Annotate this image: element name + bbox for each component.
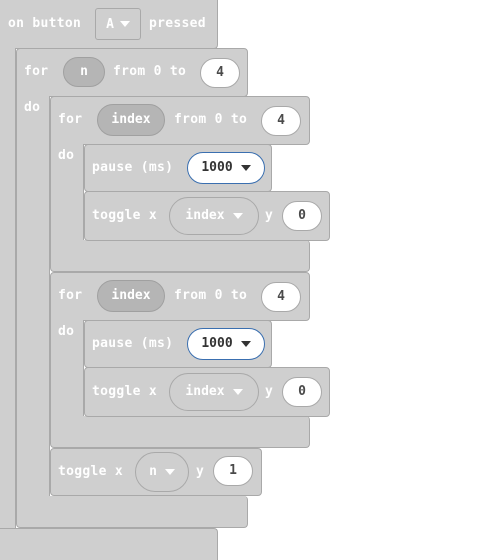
loop-variable-n[interactable]: n [63,57,105,87]
y-label: y [265,208,274,223]
loop-variable-label: n [80,64,88,79]
toggle-x-variable-value: index [185,384,225,399]
toggle-y-value: 0 [298,384,306,399]
button-selector[interactable]: A [95,8,141,40]
toggle-y-value: 0 [298,208,306,223]
chevron-down-icon [240,341,251,347]
pause-duration-value: 1000 [201,160,233,175]
pause-duration-value: 1000 [201,336,233,351]
toggle-x-variable-dropdown[interactable]: index [169,197,259,235]
loop-variable-label: index [111,112,151,127]
loop-variable-label: index [111,288,151,303]
pause-duration-dropdown[interactable]: 1000 [187,328,265,360]
pause-duration-dropdown[interactable]: 1000 [187,152,265,184]
toggle-x-variable-dropdown[interactable]: index [169,373,259,411]
toggle-x-label: toggle x [92,208,158,223]
chevron-down-icon [119,21,130,27]
loop-end-input[interactable]: 4 [200,58,240,88]
event-suffix-label: pressed [149,16,206,31]
button-selector-value: A [106,16,114,32]
chevron-down-icon [232,389,243,395]
event-prefix-label: on button [8,16,82,31]
pause-label: pause (ms) [92,160,174,175]
for-label: for [24,64,49,79]
toggle-y-input[interactable]: 0 [282,201,322,231]
do-label: do [24,100,41,115]
y-label: y [265,384,274,399]
toggle-y-value: 1 [229,463,237,478]
toggle-x-label: toggle x [92,384,158,399]
chevron-down-icon [232,213,243,219]
for-loop-outer-footer [16,496,248,528]
event-block-arm [0,48,16,532]
range-label: from 0 to [113,64,187,79]
loop-end-input[interactable]: 4 [261,282,301,312]
loop-end-input[interactable]: 4 [261,106,301,136]
loop-variable-index[interactable]: index [97,104,165,136]
loop-end-value: 4 [277,289,285,304]
toggle-x-label: toggle x [58,464,124,479]
pause-label: pause (ms) [92,336,174,351]
range-label: from 0 to [174,288,248,303]
toggle-x-variable-value: index [185,208,225,223]
toggle-y-input[interactable]: 1 [213,456,253,486]
event-block-footer [0,528,218,560]
loop-end-value: 4 [277,113,285,128]
y-label: y [196,464,205,479]
toggle-y-input[interactable]: 0 [282,377,322,407]
loop-variable-index[interactable]: index [97,280,165,312]
range-label: from 0 to [174,112,248,127]
chevron-down-icon [164,469,175,475]
do-label: do [58,324,75,339]
for-label: for [58,112,83,127]
do-label: do [58,148,75,163]
for-loop-2-footer [50,416,310,448]
toggle-x-variable-value: n [149,464,157,479]
for-loop-1-footer [50,240,310,272]
for-label: for [58,288,83,303]
toggle-x-variable-dropdown[interactable]: n [135,452,189,492]
chevron-down-icon [240,165,251,171]
loop-end-value: 4 [216,65,224,80]
for-loop-outer-arm [16,96,50,500]
